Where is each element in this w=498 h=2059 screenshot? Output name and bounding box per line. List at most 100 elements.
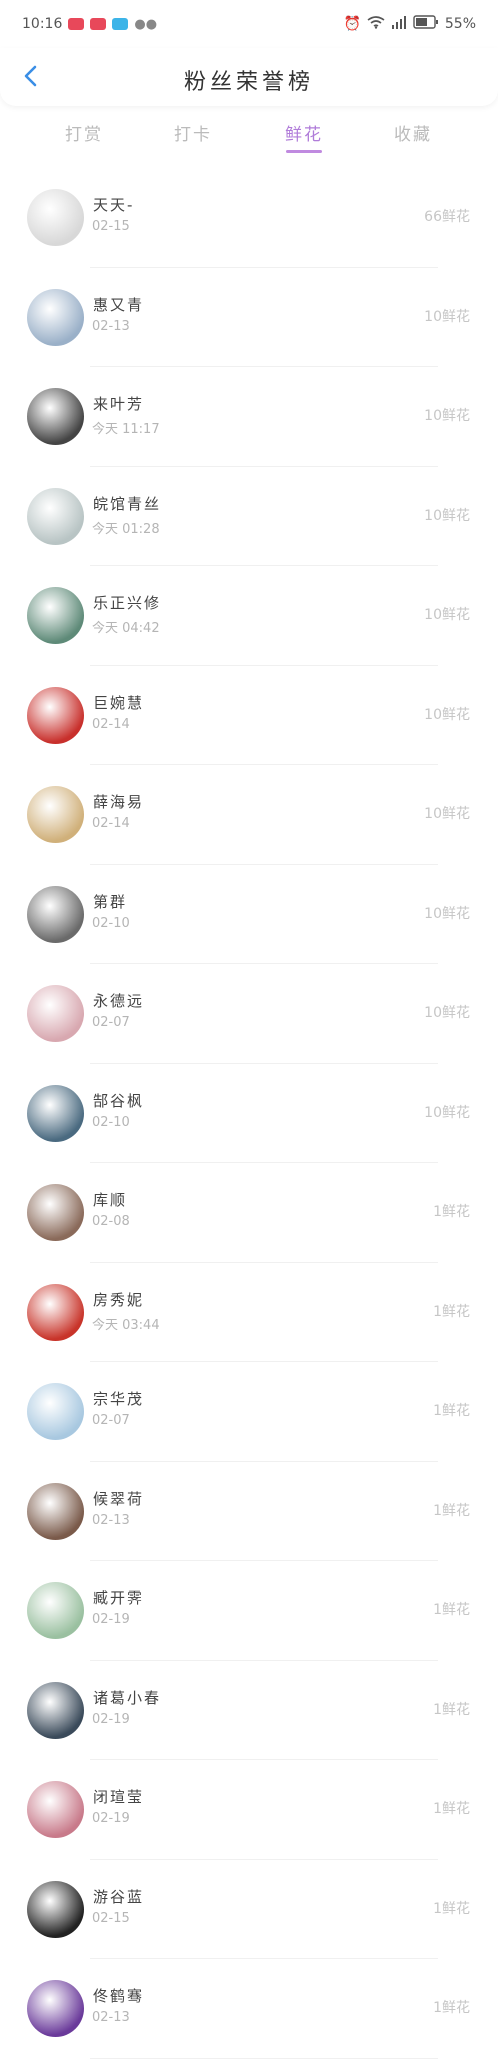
gift-time: 02-10	[92, 915, 130, 931]
fan-name: 库顺	[93, 1191, 128, 1209]
avatar[interactable]	[27, 786, 84, 843]
gift-time: 02-19	[92, 1711, 130, 1727]
list-item[interactable]: 库顺 02-08 1鲜花	[0, 1163, 498, 1263]
tab-tips[interactable]: 打赏	[44, 120, 124, 145]
list-item[interactable]: 候翠荷 02-13 1鲜花	[0, 1462, 498, 1561]
list-item[interactable]: 游谷蓝 02-15 1鲜花	[0, 1860, 498, 1959]
gift-time: 02-15	[92, 1910, 130, 1926]
avatar[interactable]	[27, 1184, 84, 1241]
list-item[interactable]: 乐正兴修 今天 04:42 10鲜花	[0, 566, 498, 666]
active-tab-indicator	[286, 150, 322, 153]
flower-amount: 10鲜花	[424, 806, 470, 822]
list-item[interactable]: 第群 02-10 10鲜花	[0, 865, 498, 964]
fan-name: 天天-	[93, 196, 135, 214]
tab-favorites[interactable]: 收藏	[373, 120, 453, 145]
avatar[interactable]	[27, 686, 84, 744]
gift-time: 02-07	[92, 1413, 130, 1428]
avatar[interactable]	[27, 1283, 84, 1341]
list-item[interactable]: 天天- 02-15 66鲜花	[0, 168, 498, 268]
list-item[interactable]: 惠又青 02-13 10鲜花	[0, 268, 498, 367]
gift-time: 今天 03:44	[92, 1317, 160, 1333]
fan-name: 宗华茂	[93, 1390, 145, 1408]
list-item[interactable]: 薛海易 02-14 10鲜花	[0, 765, 498, 865]
list-item[interactable]: 郜谷枫 02-10 10鲜花	[0, 1064, 498, 1163]
flower-amount: 1鲜花	[433, 1701, 470, 1718]
list-item[interactable]: 诸葛小春 02-19 1鲜花	[0, 1661, 498, 1760]
list-item[interactable]: 臧开霁 02-19 1鲜花	[0, 1561, 498, 1661]
fan-name: 佟鹤骞	[93, 1987, 145, 2005]
flower-amount: 1鲜花	[433, 1204, 470, 1220]
flower-amount: 10鲜花	[424, 607, 470, 623]
tab-bar: 打赏 打卡 鲜花 收藏	[0, 116, 498, 160]
avatar[interactable]	[27, 1582, 84, 1639]
avatar[interactable]	[27, 388, 84, 445]
flower-amount: 1鲜花	[433, 1801, 470, 1817]
app-notification-icon	[68, 18, 85, 30]
gift-time: 今天 04:42	[92, 621, 160, 636]
flower-amount: 10鲜花	[424, 507, 470, 524]
list-item[interactable]: 闭瑄莹 02-19 1鲜花	[0, 1760, 498, 1860]
app-notification-icon	[90, 18, 107, 30]
gift-time: 02-15	[92, 219, 130, 234]
avatar[interactable]	[27, 1383, 84, 1440]
fan-name: 巨婉慧	[93, 693, 145, 712]
gift-time: 02-07	[92, 1015, 130, 1030]
flower-amount: 1鲜花	[433, 1403, 470, 1419]
avatar[interactable]	[27, 1084, 84, 1142]
status-bar: 10:16 ●● ⏰ 55%	[0, 0, 498, 48]
gift-time: 02-14	[92, 716, 130, 732]
avatar[interactable]	[27, 587, 84, 644]
avatar[interactable]	[27, 189, 84, 246]
avatar[interactable]	[27, 1781, 84, 1838]
gift-time: 02-19	[92, 1811, 130, 1826]
wechat-icon: ●●	[134, 16, 158, 32]
fan-ranking-list: 天天- 02-15 66鲜花 惠又青 02-13 10鲜花 来叶芳 今天 11:17 10鲜花皖…	[0, 168, 498, 2059]
list-item[interactable]: 来叶芳 今天 11:17 10鲜花	[0, 367, 498, 467]
tab-checkin[interactable]: 打卡	[153, 120, 233, 145]
flower-amount: 1鲜花	[433, 1900, 470, 1917]
gift-time: 02-14	[92, 816, 130, 831]
battery-icon	[413, 15, 439, 33]
avatar[interactable]	[27, 1681, 84, 1739]
avatar[interactable]	[27, 985, 84, 1042]
avatar[interactable]	[27, 1482, 84, 1540]
list-item[interactable]: 佟鹤骞 02-13 1鲜花	[0, 1959, 498, 2059]
list-item[interactable]: 房秀妮今天 03:44 1鲜花	[0, 1263, 498, 1362]
flower-amount: 10鲜花	[424, 1005, 470, 1021]
list-item[interactable]: 宗华茂 02-07 1鲜花	[0, 1362, 498, 1462]
list-item[interactable]: 巨婉慧 02-14 10鲜花	[0, 666, 498, 765]
fan-name: 诸葛小春	[93, 1688, 162, 1707]
list-item[interactable]: 皖馆青丝 今天 01:28 10鲜花	[0, 467, 498, 566]
fan-name: 郜谷枫	[93, 1091, 145, 1110]
flower-amount: 10鲜花	[424, 905, 470, 922]
fan-name: 候翠荷	[93, 1489, 145, 1508]
flower-amount: 10鲜花	[424, 308, 470, 325]
avatar[interactable]	[27, 885, 84, 943]
flower-amount: 10鲜花	[424, 706, 470, 723]
list-item[interactable]: 永德远 02-07 10鲜花	[0, 964, 498, 1064]
wifi-icon	[367, 15, 385, 33]
fan-name: 薛海易	[93, 793, 145, 811]
tab-flowers[interactable]: 鲜花	[264, 120, 344, 145]
flower-amount: 10鲜花	[424, 1104, 470, 1121]
fan-name: 来叶芳	[93, 395, 145, 413]
fan-name: 永德远	[93, 992, 145, 1010]
fan-name: 房秀妮	[93, 1290, 145, 1309]
signal-icon	[391, 15, 407, 33]
page-title: 粉丝荣誉榜	[183, 70, 314, 95]
status-left: 10:16 ●●	[22, 16, 157, 32]
status-right: ⏰ 55%	[343, 15, 476, 33]
gift-time: 02-13	[92, 1512, 130, 1528]
flower-amount: 1鲜花	[433, 1303, 470, 1320]
avatar[interactable]	[27, 487, 84, 545]
gift-time: 02-08	[92, 1214, 130, 1229]
app-notification-icon	[112, 18, 129, 30]
fan-name: 臧开霁	[93, 1589, 145, 1607]
alarm-icon: ⏰	[343, 16, 361, 32]
flower-amount: 1鲜花	[433, 2000, 470, 2016]
gift-time: 02-10	[92, 1114, 130, 1130]
fan-name: 游谷蓝	[93, 1887, 145, 1906]
avatar[interactable]	[27, 1880, 84, 1938]
avatar[interactable]	[27, 1980, 84, 2037]
avatar[interactable]	[27, 288, 84, 346]
